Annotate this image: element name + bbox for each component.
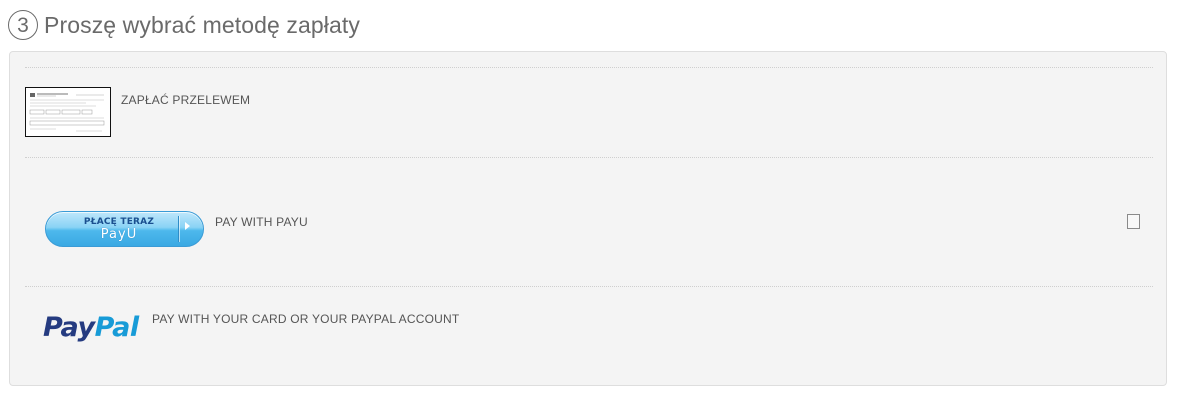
bank-transfer-form-icon[interactable] <box>25 87 111 137</box>
payment-methods-panel: ZAPŁAĆ PRZELEWEM PŁACĘ TERAZ PayU PAY WI… <box>9 51 1167 386</box>
payu-pay-now-button[interactable]: PŁACĘ TERAZ PayU <box>45 211 204 247</box>
step-header: 3 Proszę wybrać metodę zapłaty <box>8 8 360 42</box>
payu-button-divider <box>178 216 179 242</box>
divider <box>25 157 1153 158</box>
paypal-logo-pay: Pay <box>43 312 95 343</box>
method-label-payu[interactable]: PAY WITH PAYU <box>215 215 308 229</box>
paypal-logo-pal: Pal <box>94 312 140 343</box>
transfer-form-graphic <box>29 93 105 132</box>
payu-checkbox[interactable] <box>1127 214 1140 229</box>
method-label-paypal[interactable]: PAY WITH YOUR CARD OR YOUR PAYPAL ACCOUN… <box>152 312 459 326</box>
divider <box>25 67 1153 68</box>
step-title: Proszę wybrać metodę zapłaty <box>44 11 360 38</box>
method-label-transfer[interactable]: ZAPŁAĆ PRZELEWEM <box>121 93 250 107</box>
step-number-badge: 3 <box>8 10 38 40</box>
divider <box>25 286 1153 287</box>
payu-button-logo-text: PayU <box>100 227 138 242</box>
play-arrow-icon <box>185 222 190 230</box>
paypal-logo[interactable]: PayPal <box>43 312 139 343</box>
payu-button-top-text: PŁACĘ TERAZ <box>83 217 155 227</box>
